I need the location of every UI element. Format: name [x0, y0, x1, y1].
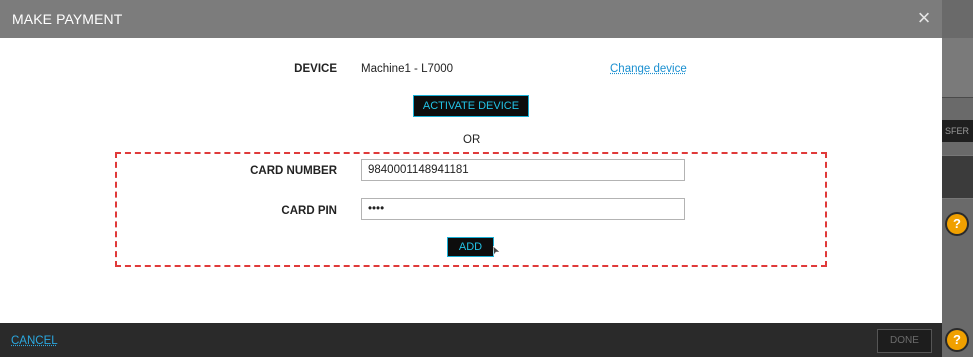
modal-body: DEVICE Machine1 - L7000 Change device AC…: [0, 38, 942, 323]
card-pin-label: CARD PIN: [281, 205, 337, 217]
activate-device-button[interactable]: ACTIVATE DEVICE: [413, 95, 529, 117]
card-number-label: CARD NUMBER: [250, 165, 337, 177]
help-icon-footer[interactable]: ?: [947, 330, 967, 350]
or-separator: OR: [463, 134, 481, 146]
change-device-link[interactable]: Change device: [610, 63, 687, 75]
cancel-link[interactable]: CANCEL: [11, 335, 58, 347]
modal-footer: CANCEL DONE: [0, 323, 942, 357]
help-icon[interactable]: ?: [947, 214, 967, 234]
close-icon[interactable]: ×: [914, 7, 934, 29]
modal-title: MAKE PAYMENT: [12, 11, 123, 27]
card-pin-input[interactable]: [361, 198, 685, 220]
device-label: DEVICE: [294, 63, 337, 75]
add-card-button[interactable]: ADD: [447, 237, 494, 257]
card-number-input[interactable]: [361, 159, 685, 181]
device-value: Machine1 - L7000: [361, 63, 454, 75]
modal-header: MAKE PAYMENT ×: [0, 0, 942, 38]
make-payment-modal: MAKE PAYMENT × DEVICE Machine1 - L7000 C…: [0, 0, 942, 357]
background-app-box: [942, 155, 973, 199]
done-button[interactable]: DONE: [877, 329, 932, 353]
background-app-band: [942, 38, 973, 98]
background-transfer-button: SFER: [942, 120, 973, 142]
background-divider: [942, 97, 973, 98]
mouse-cursor-icon: [493, 246, 501, 256]
